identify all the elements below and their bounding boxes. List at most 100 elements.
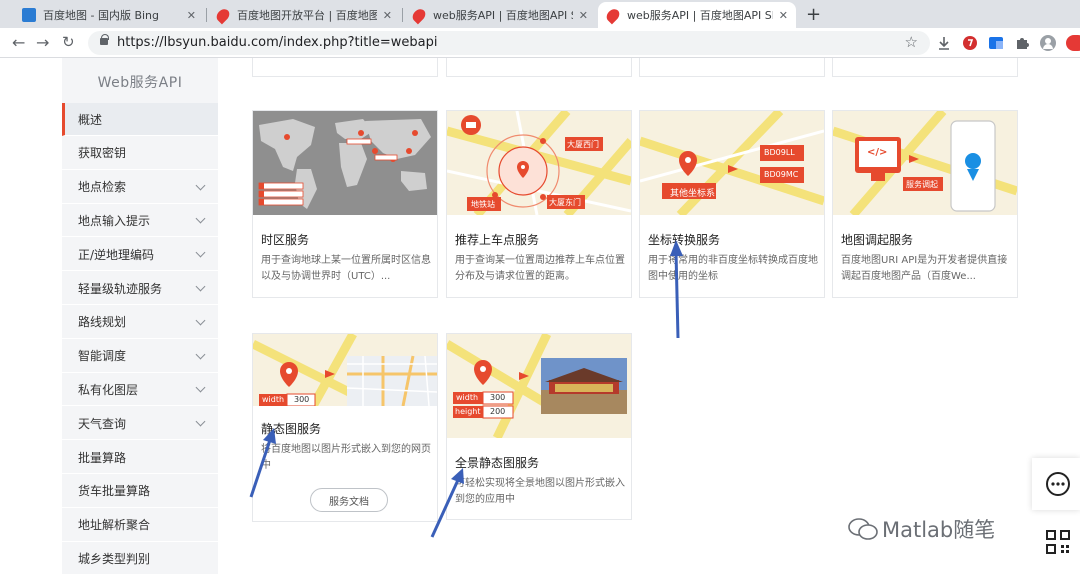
back-icon[interactable]: ← (12, 33, 25, 52)
thumb-label: 300 (294, 395, 310, 404)
chevron-down-icon[interactable] (195, 213, 206, 224)
sidebar-item[interactable]: 地点输入提示 (62, 204, 218, 238)
tab-title: web服务API | 百度地图API SDK (627, 9, 773, 22)
card-title[interactable]: 时区服务 (261, 231, 309, 248)
close-icon[interactable]: ✕ (779, 9, 788, 22)
tab-webapi-1[interactable]: web服务API | 百度地图API SDK ✕ (404, 2, 596, 28)
thumb-label: height (455, 407, 481, 416)
sidebar-item[interactable]: 天气查询 (62, 407, 218, 441)
browser-toolbar: ← → ↻ https://lbsyun.baidu.com/index.php… (0, 28, 1080, 58)
sidebar-item[interactable]: 智能调度 (62, 340, 218, 373)
extension-red-icon[interactable] (962, 35, 978, 51)
sidebar-item-label: 路线规划 (78, 315, 127, 330)
tab-separator (206, 8, 207, 22)
bing-icon (22, 8, 36, 22)
card-description: 可轻松实现将全景地图以图片形式嵌入到您的应用中 (455, 478, 625, 505)
chevron-down-icon[interactable] (195, 281, 206, 292)
lock-icon (100, 34, 109, 45)
profile-avatar-icon[interactable] (1040, 35, 1056, 51)
sidebar-item[interactable]: 路线规划 (62, 306, 218, 339)
thumb-label: 300 (490, 393, 506, 402)
sidebar-item-label: 轻量级轨迹服务 (78, 281, 163, 296)
sidebar-item-label: 批量算路 (78, 450, 127, 465)
translate-icon[interactable] (988, 35, 1004, 51)
watermark: Matlab随笔 (848, 514, 995, 544)
close-icon[interactable]: ✕ (187, 9, 196, 22)
chevron-down-icon[interactable] (195, 180, 206, 191)
sidebar-item[interactable]: 私有化图层 (62, 373, 218, 407)
sidebar-item-label: 天气查询 (78, 416, 127, 431)
sidebar-item-label: 地点输入提示 (78, 213, 151, 228)
sidebar-item[interactable]: 批量算路 (62, 441, 218, 474)
sidebar-item[interactable]: 概述 (62, 103, 218, 136)
thumb-label: 大厦西门 (567, 140, 599, 149)
chat-bubble-icon (1046, 472, 1070, 496)
static-map-thumbnail: width 300 (253, 334, 437, 406)
tab-webapi-active[interactable]: web服务API | 百度地图API SDK ✕ (598, 2, 796, 28)
chat-float-button[interactable] (1032, 458, 1080, 510)
url-text[interactable]: https://lbsyun.baidu.com/index.php?title… (117, 35, 438, 50)
card-title[interactable]: 全景静态图服务 (455, 454, 539, 471)
baidu-map-icon (604, 6, 622, 24)
card-description: 用于查询地球上某一位置所属时区信息以及与协调世界时（UTC）... (261, 255, 431, 282)
sidebar-item[interactable]: 正/逆地理编码 (62, 238, 218, 272)
thumb-label: 大厦东门 (549, 198, 581, 207)
card-title[interactable]: 坐标转换服务 (648, 231, 720, 248)
close-icon[interactable]: ✕ (579, 9, 588, 22)
thumb-label: width (262, 395, 285, 404)
tab-title: 百度地图开放平台 | 百度地图API (237, 9, 377, 22)
sidebar-item[interactable]: 地点检索 (62, 171, 218, 204)
service-docs-button[interactable]: 服务文档 (310, 488, 388, 512)
sidebar-item[interactable]: 城乡类型判别 (62, 542, 218, 575)
card-title[interactable]: 地图调起服务 (841, 231, 913, 248)
tab-bing[interactable]: 百度地图 - 国内版 Bing ✕ (14, 2, 204, 28)
chevron-down-icon[interactable] (195, 382, 206, 393)
card-partial (252, 58, 438, 77)
thumb-label: width (456, 393, 479, 402)
close-icon[interactable]: ✕ (383, 9, 392, 22)
address-bar[interactable]: https://lbsyun.baidu.com/index.php?title… (88, 31, 930, 55)
card-description: 用于查询某一位置周边推荐上车点位置分布及与请求位置的距离。 (455, 255, 625, 282)
card-partial (832, 58, 1018, 77)
card-coordinate-conversion-service[interactable]: 其他坐标系 BD09LL BD09MC 坐标转换服务 用于将常用的非百度坐标转换… (639, 110, 825, 298)
card-timezone-service[interactable]: 时区服务 用于查询地球上某一位置所属时区信息以及与协调世界时（UTC）... (252, 110, 438, 298)
forward-icon[interactable]: → (36, 33, 49, 52)
download-icon[interactable] (936, 35, 952, 51)
baidu-map-icon (410, 6, 428, 24)
chevron-down-icon[interactable] (195, 315, 206, 326)
chevron-down-icon[interactable] (195, 247, 206, 258)
puzzle-icon[interactable] (1014, 35, 1030, 51)
wechat-icon (848, 518, 878, 540)
tab-title: 百度地图 - 国内版 Bing (43, 9, 160, 22)
sidebar-item-label: 货车批量算路 (78, 484, 151, 499)
card-title[interactable]: 静态图服务 (261, 420, 321, 437)
chevron-down-icon[interactable] (195, 349, 206, 360)
reload-icon[interactable]: ↻ (62, 33, 75, 51)
sidebar-item-label: 私有化图层 (78, 382, 139, 397)
card-partial (446, 58, 632, 77)
card-map-invoke-service[interactable]: </> 服务调起 地图调起服务 百度地图URI API是为开发者提供直接调起百度… (832, 110, 1018, 298)
sidebar-item-label: 正/逆地理编码 (78, 247, 155, 262)
sidebar-item[interactable]: 轻量级轨迹服务 (62, 272, 218, 305)
thumb-label: BD09LL (764, 148, 795, 157)
bookmark-star-icon[interactable]: ☆ (905, 33, 918, 51)
new-tab-icon[interactable]: + (806, 4, 821, 25)
sidebar-item-label: 地址解析聚合 (78, 518, 151, 533)
sidebar-item-label: 地点检索 (78, 180, 127, 195)
sidebar-item[interactable]: 地址解析聚合 (62, 509, 218, 542)
tab-baidu-open-platform[interactable]: 百度地图开放平台 | 百度地图API ✕ (208, 2, 400, 28)
card-panorama-static-service[interactable]: width 300 height 200 全景静态图服务 可轻松实现将全景地图以… (446, 333, 632, 520)
sidebar-item-label: 城乡类型判别 (78, 551, 151, 566)
card-description: 用于将常用的非百度坐标转换成百度地图中使用的坐标 (648, 255, 818, 282)
chevron-down-icon[interactable] (195, 416, 206, 427)
sidebar-item[interactable]: 货车批量算路 (62, 475, 218, 508)
sidebar-item[interactable]: 获取密钥 (62, 137, 218, 170)
thumb-label: 服务调起 (906, 180, 938, 189)
update-button-icon[interactable] (1066, 35, 1080, 51)
card-static-map-service[interactable]: width 300 静态图服务 将百度地图以图片形式嵌入到您的网页中 服务文档 (252, 333, 438, 522)
coordinate-thumbnail: 其他坐标系 BD09LL BD09MC (640, 111, 824, 215)
watermark-text: Matlab随笔 (882, 518, 996, 542)
qr-code-icon[interactable] (1046, 530, 1070, 554)
card-title[interactable]: 推荐上车点服务 (455, 231, 539, 248)
card-pickup-point-service[interactable]: 大厦西门 地铁站 大厦东门 推荐上车点服务 用于查询某一位置周边推荐上车点位置分… (446, 110, 632, 298)
